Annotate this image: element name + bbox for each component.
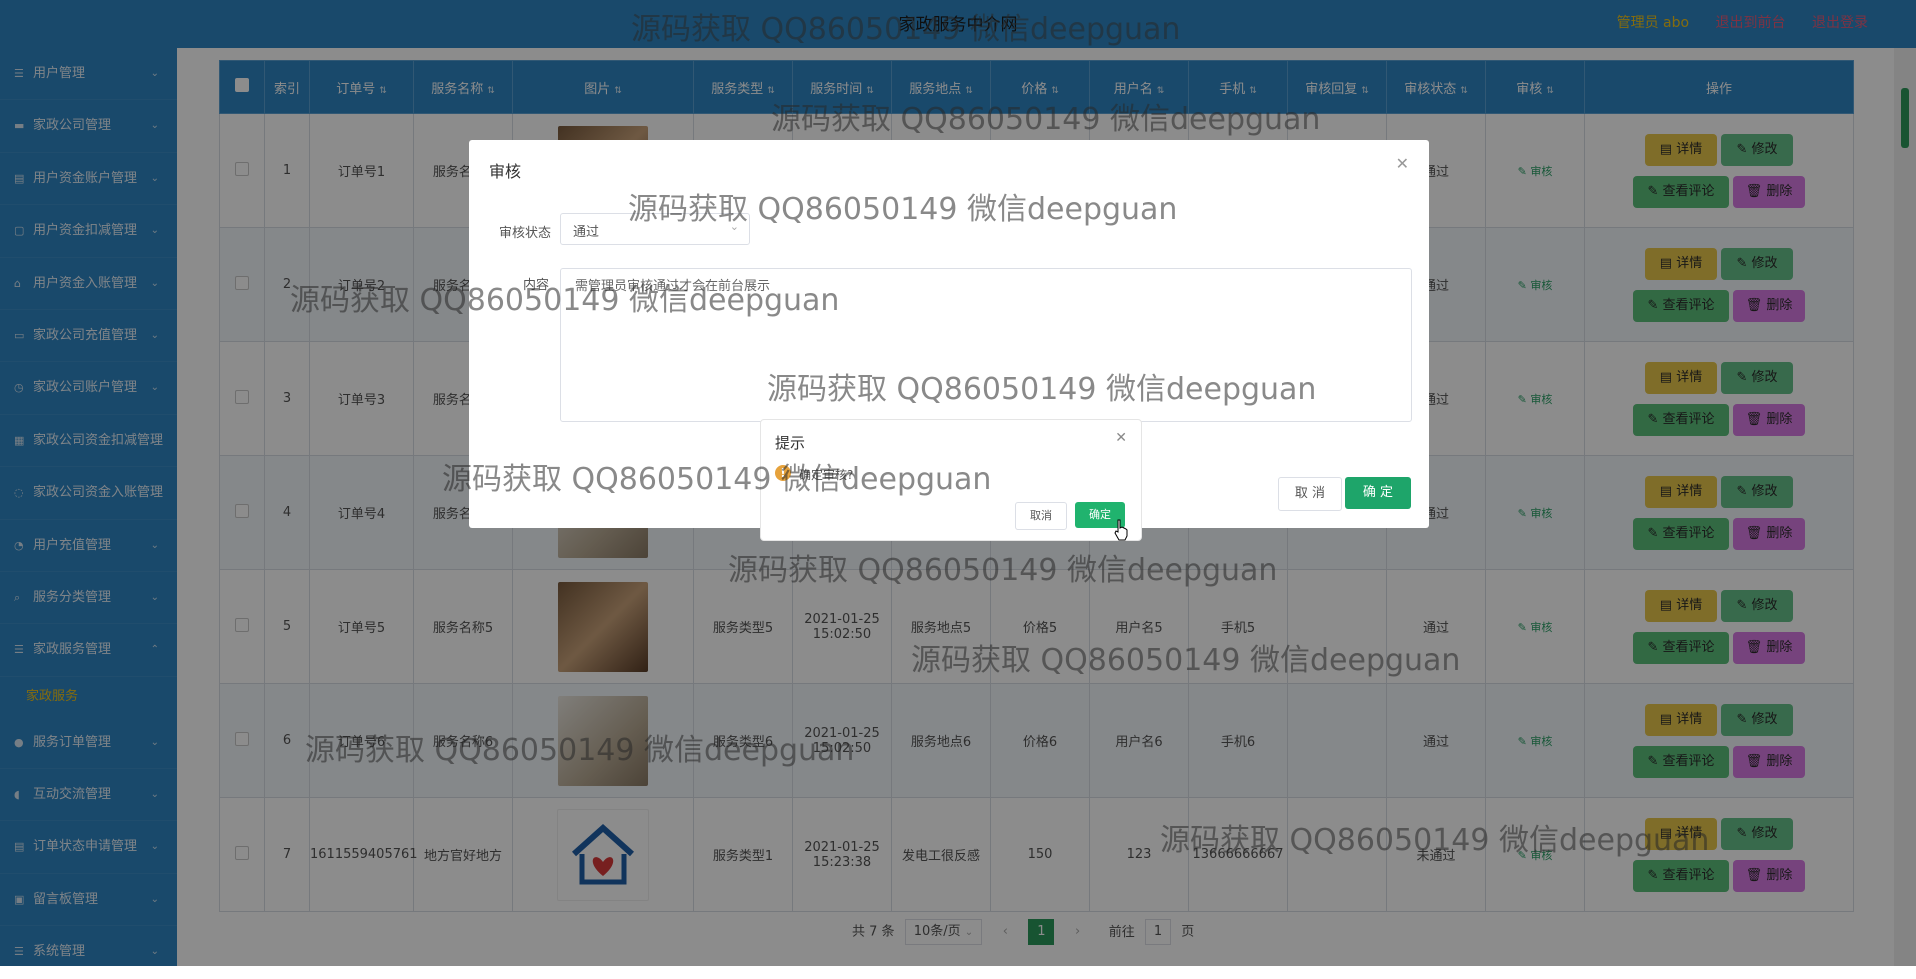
messagebox-title: 提示 <box>775 434 806 452</box>
audit-status-label: 审核状态 <box>499 226 552 241</box>
audit-cancel-button[interactable]: 取 消 <box>1278 477 1342 511</box>
chevron-down-icon: ⌄ <box>729 220 739 233</box>
audit-reply-textarea[interactable]: 需管理员审核通过才会在前台展示 <box>560 268 1412 422</box>
audit-status-select[interactable]: 通过 ⌄ <box>560 213 750 245</box>
messagebox-text: 确定审核? <box>799 468 854 482</box>
warning-icon: ! <box>775 465 791 481</box>
close-icon[interactable]: ✕ <box>1115 430 1127 446</box>
hand-cursor-icon <box>1114 519 1128 541</box>
close-icon[interactable]: ✕ <box>1396 154 1409 173</box>
audit-confirm-button[interactable]: 确 定 <box>1345 477 1411 509</box>
audit-dialog-title: 审核 <box>489 162 522 181</box>
messagebox-cancel-button[interactable]: 取消 <box>1015 502 1067 530</box>
audit-reply-label: 内容 <box>523 278 550 293</box>
confirm-messagebox: 提示 ✕ ! 确定审核? 取消 确定 <box>760 419 1142 541</box>
